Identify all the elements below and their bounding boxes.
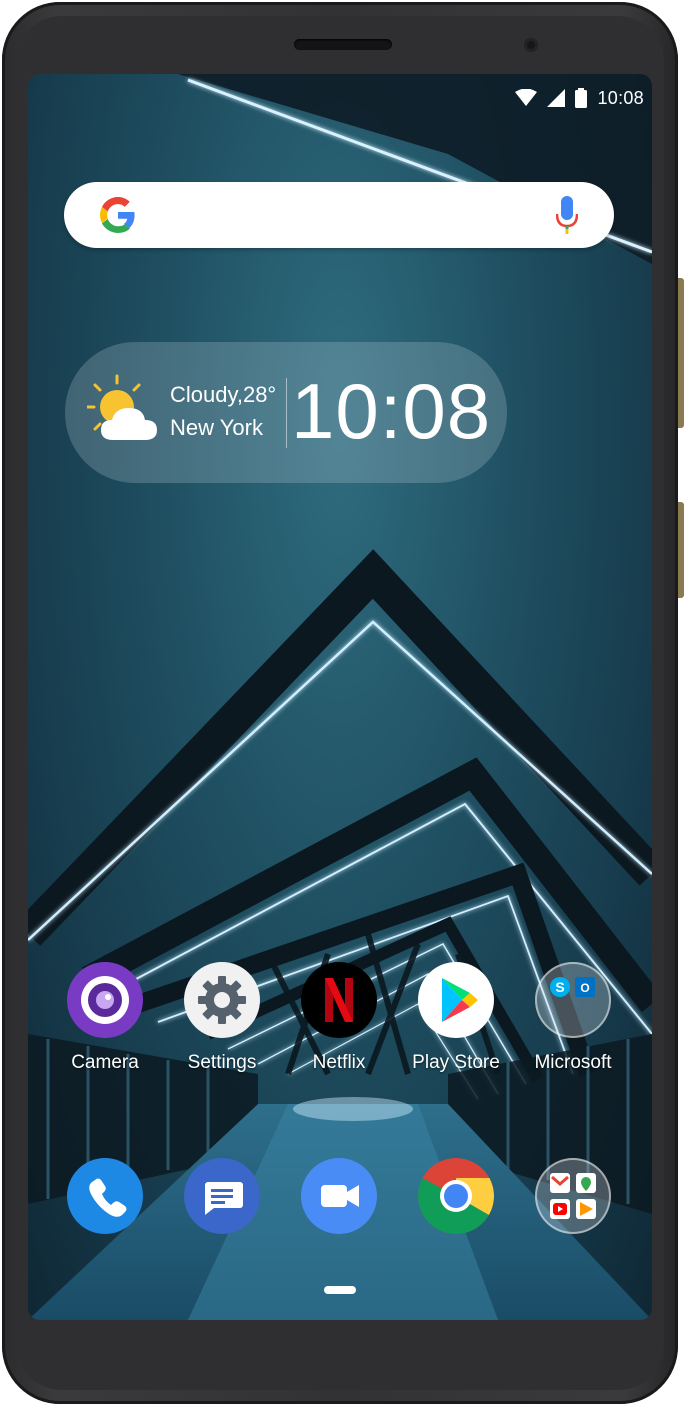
- camera-icon: [67, 962, 143, 1038]
- status-time: 10:08: [597, 87, 644, 108]
- dock-folder-google[interactable]: [518, 1158, 628, 1234]
- app-label: Microsoft: [534, 1052, 612, 1073]
- status-bar: 10:08: [515, 84, 644, 112]
- signal-icon: [547, 89, 566, 107]
- chrome-icon: [418, 1158, 494, 1234]
- play-store-icon: [418, 962, 494, 1038]
- volume-button: [678, 278, 684, 428]
- app-settings[interactable]: Settings: [167, 962, 277, 1074]
- app-label: Play Store: [412, 1052, 500, 1073]
- weather-clock-widget[interactable]: Cloudy,28° New York 10:08: [65, 342, 507, 483]
- app-folder-microsoft[interactable]: S O Microsoft: [518, 962, 628, 1074]
- widget-divider: [286, 378, 287, 448]
- wifi-icon: [515, 89, 538, 106]
- battery-icon: [575, 88, 588, 108]
- svg-text:O: O: [580, 981, 589, 995]
- home-screen: 10:08 Cloudy,28° New York 10:08 Camera S…: [28, 74, 652, 1320]
- app-camera[interactable]: Camera: [50, 962, 160, 1074]
- weather-city: New York: [170, 415, 263, 440]
- app-play-store[interactable]: Play Store: [401, 962, 511, 1074]
- earpiece-speaker: [294, 39, 392, 50]
- settings-gear-icon: [184, 962, 260, 1038]
- dock-messages[interactable]: [167, 1158, 277, 1234]
- app-label: Camera: [71, 1052, 139, 1073]
- power-button: [678, 502, 684, 598]
- home-gesture-pill[interactable]: [324, 1286, 356, 1294]
- dock-duo[interactable]: [284, 1158, 394, 1234]
- video-call-icon: [301, 1158, 377, 1234]
- dock-phone[interactable]: [50, 1158, 160, 1234]
- netflix-icon: [301, 962, 377, 1038]
- app-netflix[interactable]: Netflix: [284, 962, 394, 1074]
- front-camera: [524, 38, 538, 52]
- wallpaper: [28, 74, 652, 1320]
- svg-text:S: S: [555, 979, 564, 995]
- partly-cloudy-icon: [87, 374, 157, 440]
- messages-icon: [184, 1158, 260, 1234]
- widget-clock: 10:08: [291, 367, 492, 455]
- mic-icon[interactable]: [556, 196, 578, 236]
- google-folder-icon: [535, 1158, 611, 1234]
- microsoft-folder-icon: S O: [535, 962, 611, 1038]
- phone-icon: [67, 1158, 143, 1234]
- app-label: Netflix: [312, 1052, 366, 1073]
- google-search-bar[interactable]: [64, 182, 614, 248]
- app-label: Settings: [187, 1052, 257, 1073]
- weather-condition: Cloudy,28°: [170, 382, 277, 407]
- dock-chrome[interactable]: [401, 1158, 511, 1234]
- google-g-icon: [100, 197, 135, 233]
